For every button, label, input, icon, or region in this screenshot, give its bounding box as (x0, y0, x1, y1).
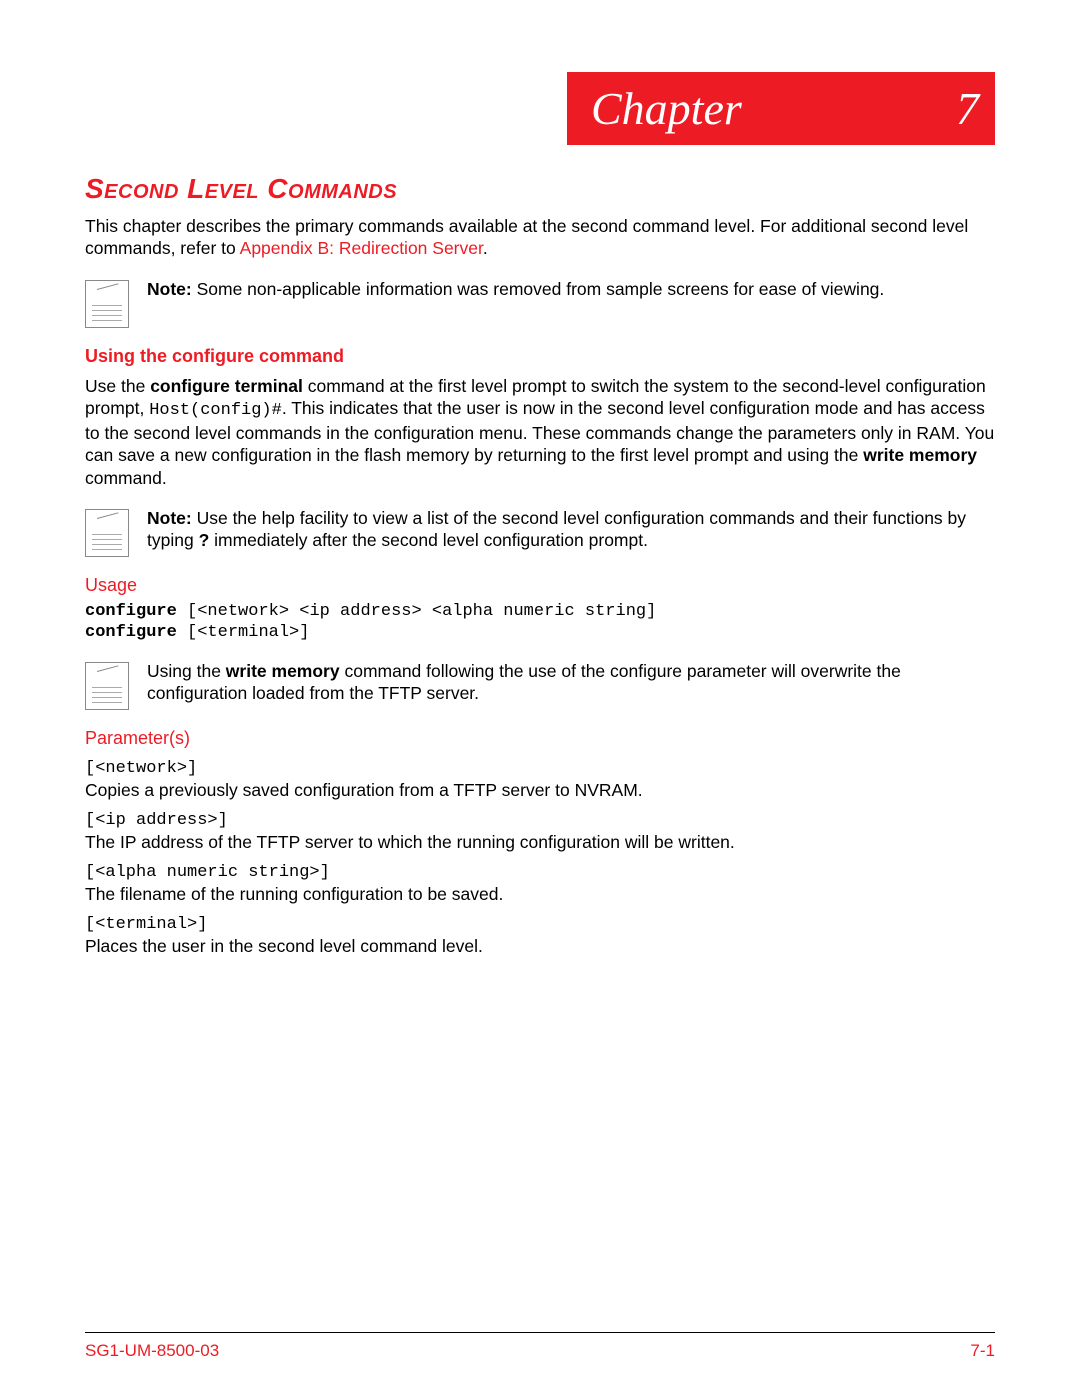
footer-rule (85, 1332, 995, 1333)
param-4-code: [<terminal>] (85, 915, 995, 934)
cfg-g: command. (85, 468, 167, 488)
usage2-args: [<terminal>] (177, 623, 310, 642)
note-icon (85, 509, 129, 557)
cfg-f: write memory (863, 445, 977, 465)
param-3-desc: The filename of the running configuratio… (85, 884, 995, 905)
param-1-code: [<network>] (85, 759, 995, 778)
usage1-cmd: configure (85, 602, 177, 621)
chapter-label: Chapter (591, 82, 742, 135)
usage1-args: [<network> <ip address> <alpha numeric s… (177, 602, 656, 621)
usage-heading: Usage (85, 575, 995, 596)
note-icon (85, 280, 129, 328)
note-label: Note: (147, 508, 192, 528)
note3-b: write memory (226, 661, 340, 681)
note2-b: ? (199, 530, 210, 550)
cfg-b: configure terminal (150, 376, 303, 396)
note2-c: immediately after the second level confi… (209, 530, 648, 550)
section-title: Second Level Commands (85, 173, 995, 205)
chapter-banner: Chapter 7 (567, 72, 995, 145)
param-4-desc: Places the user in the second level comm… (85, 936, 995, 957)
page: Chapter 7 Second Level Commands This cha… (0, 0, 1080, 1397)
footer-left: SG1-UM-8500-03 (85, 1341, 219, 1361)
note-1-body: Some non-applicable information was remo… (192, 279, 885, 299)
note-3: Using the write memory command following… (85, 660, 995, 710)
cfg-prompt: Host(config)# (149, 401, 282, 420)
note-3-text: Using the write memory command following… (147, 660, 995, 705)
note-1-text: Note: Some non-applicable information wa… (147, 278, 884, 300)
footer-right: 7-1 (970, 1341, 995, 1361)
appendix-link[interactable]: Appendix B: Redirection Server (240, 238, 483, 258)
note3-a: Using the (147, 661, 226, 681)
param-2-code: [<ip address>] (85, 811, 995, 830)
param-1-desc: Copies a previously saved configuration … (85, 780, 995, 801)
configure-heading: Using the configure command (85, 346, 995, 367)
note-2: Note: Use the help facility to view a li… (85, 507, 995, 557)
param-2-desc: The IP address of the TFTP server to whi… (85, 832, 995, 853)
usage-line-2: configure [<terminal>] (85, 623, 995, 642)
note-1: Note: Some non-applicable information wa… (85, 278, 995, 328)
parameters-heading: Parameter(s) (85, 728, 995, 749)
usage2-cmd: configure (85, 623, 177, 642)
intro-post: . (483, 238, 488, 258)
note-label: Note: (147, 279, 192, 299)
param-3-code: [<alpha numeric string>] (85, 863, 995, 882)
note-icon (85, 662, 129, 710)
chapter-number: 7 (956, 82, 979, 135)
page-footer: SG1-UM-8500-03 7-1 (85, 1341, 995, 1361)
usage-line-1: configure [<network> <ip address> <alpha… (85, 602, 995, 621)
note-2-text: Note: Use the help facility to view a li… (147, 507, 995, 552)
intro-pre: This chapter describes the primary comma… (85, 216, 968, 258)
intro-paragraph: This chapter describes the primary comma… (85, 215, 995, 260)
configure-paragraph: Use the configure terminal command at th… (85, 375, 995, 489)
cfg-a: Use the (85, 376, 150, 396)
